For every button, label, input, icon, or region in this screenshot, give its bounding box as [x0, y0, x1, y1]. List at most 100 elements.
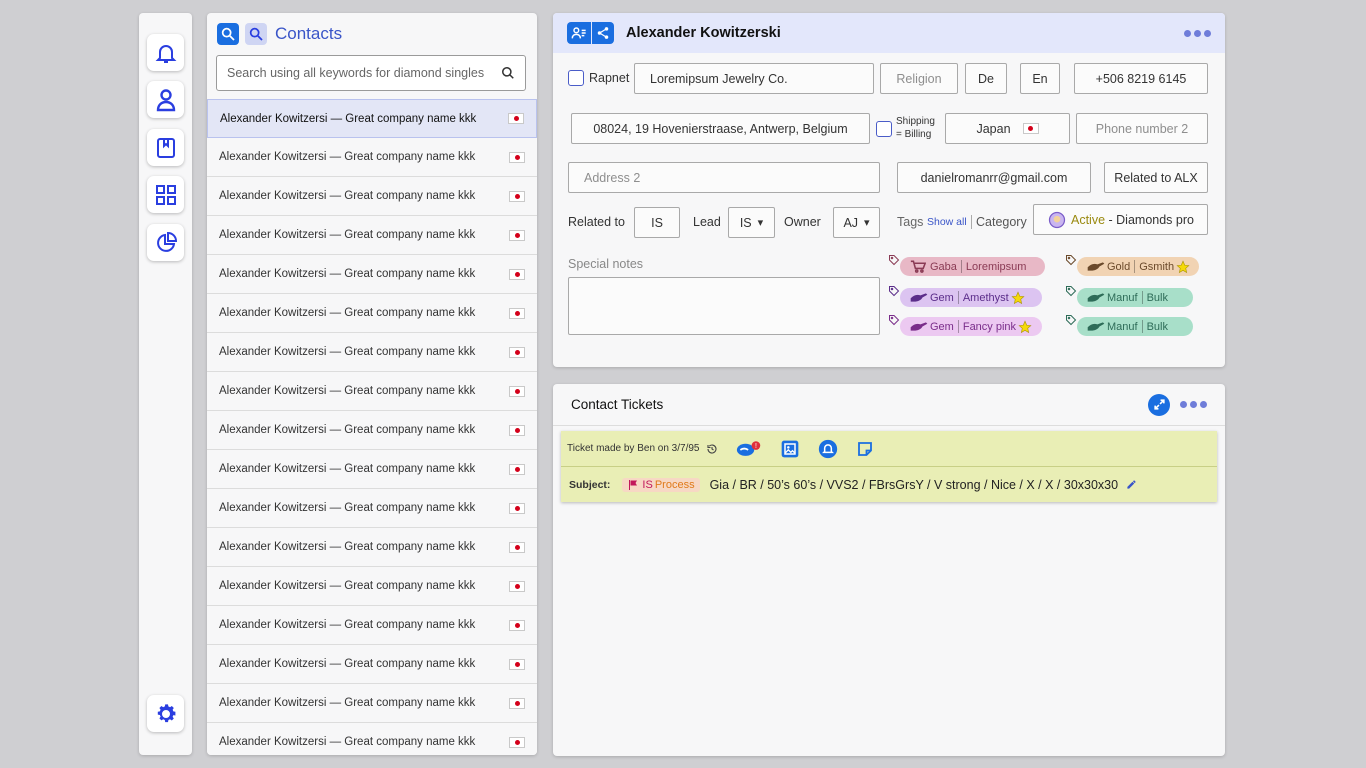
subject-label: Subject: [569, 478, 611, 491]
japan-flag-icon [509, 424, 525, 436]
japan-flag-icon [509, 151, 525, 163]
email-field[interactable]: danielromanrr@gmail.com [897, 162, 1091, 193]
special-notes-input[interactable] [568, 277, 880, 335]
list-item[interactable]: Alexander Kowitzersi — Great company nam… [207, 567, 537, 606]
category-value: Diamonds pro [1116, 212, 1194, 227]
badge-icon [1048, 211, 1066, 228]
japan-flag-icon [509, 346, 525, 358]
search-input[interactable] [227, 66, 501, 80]
list-item[interactable]: Alexander Kowitzersi — Great company nam… [207, 723, 537, 755]
japan-flag-icon [509, 268, 525, 280]
advanced-search-icon[interactable] [245, 23, 267, 45]
handshake-alert-icon[interactable]: ! [736, 440, 762, 458]
contact-label: Alexander Kowitzersi — Great company nam… [219, 268, 476, 280]
rapnet-checkbox[interactable] [568, 70, 584, 86]
star-icon [1176, 259, 1190, 273]
reports-nav-button[interactable] [147, 224, 184, 261]
category-dash: - [1105, 212, 1117, 227]
tag-value: Amethyst [962, 291, 1009, 304]
related-alx-field[interactable]: Related to ALX [1104, 162, 1208, 193]
status-team: IS [642, 478, 653, 491]
company-field[interactable]: Loremipsum Jewelry Co. [634, 63, 874, 94]
country-value: Japan [976, 121, 1011, 136]
owner-select[interactable]: AJ [833, 207, 880, 238]
tags-label: Tags [897, 215, 924, 229]
category-label: Category [971, 215, 1027, 229]
tag-type: Gaba [930, 260, 957, 273]
language-1-field[interactable]: De [965, 63, 1007, 94]
contact-label: Alexander Kowitzersi — Great company nam… [219, 346, 476, 358]
tickets-more-options-icon[interactable] [1180, 401, 1207, 408]
rapnet-label: Rapnet [589, 71, 630, 85]
list-item[interactable]: Alexander Kowitzersi — Great company nam… [207, 372, 537, 411]
country-field[interactable]: Japan [945, 113, 1070, 144]
list-item[interactable]: Alexander Kowitzersi — Great company nam… [207, 294, 537, 333]
list-item[interactable]: Alexander Kowitzersi — Great company nam… [207, 606, 537, 645]
search-box [216, 55, 526, 91]
contacts-nav-button[interactable] [147, 81, 184, 118]
edit-pencil-icon[interactable] [1126, 479, 1137, 490]
language-2-field[interactable]: En [1020, 63, 1060, 94]
settings-button[interactable] [147, 695, 184, 732]
hand-icon [1087, 293, 1105, 302]
list-item[interactable]: Alexander Kowitzersi — Great company nam… [207, 99, 537, 138]
religion-field[interactable]: Religion [880, 63, 958, 94]
zoom-search-icon[interactable] [217, 23, 239, 45]
list-item[interactable]: Alexander Kowitzersi — Great company nam… [207, 528, 537, 567]
contact-card-icon[interactable] [567, 22, 591, 44]
list-item[interactable]: Alexander Kowitzersi — Great company nam… [207, 450, 537, 489]
list-item[interactable]: Alexander Kowitzersi — Great company nam… [207, 333, 537, 372]
shipping-billing-checkbox[interactable] [876, 121, 892, 137]
contact-label: Alexander Kowitzersi — Great company nam… [219, 541, 476, 553]
category-field[interactable]: Active - Diamonds pro [1033, 204, 1208, 235]
tag-chip[interactable]: Gaba Loremipsum [889, 255, 1045, 276]
phone-field[interactable]: +506 8219 6145 [1074, 63, 1208, 94]
ticket-subject-row: Subject: IS Process Gia / BR / 50’s 60’s… [561, 467, 1217, 502]
shipping-billing-label: Shipping = Billing [896, 116, 935, 140]
tag-label-icon [889, 255, 900, 266]
lead-label: Lead [693, 215, 721, 229]
notifications-button[interactable] [147, 34, 184, 71]
tickets-title: Contact Tickets [571, 397, 664, 412]
list-item[interactable]: Alexander Kowitzersi — Great company nam… [207, 411, 537, 450]
history-icon[interactable] [706, 443, 718, 455]
bookmark-nav-button[interactable] [147, 129, 184, 166]
contact-detail-panel: Alexander Kowitzerski Rapnet Loremipsum … [553, 13, 1225, 367]
grid-nav-button[interactable] [147, 176, 184, 213]
ticket-card[interactable]: Ticket made by Ben on 3/7/95 ! Subject: … [561, 431, 1217, 502]
hand-icon [1087, 322, 1105, 331]
note-icon[interactable] [856, 440, 874, 458]
phone-2-field[interactable]: Phone number 2 [1076, 113, 1208, 144]
address-field[interactable]: 08024, 19 Hovenierstraase, Antwerp, Belg… [571, 113, 870, 144]
lead-select[interactable]: IS [728, 207, 775, 238]
related-to-field[interactable]: IS [634, 207, 680, 238]
search-icon[interactable] [501, 66, 515, 80]
address-2-field[interactable]: Address 2 [568, 162, 880, 193]
more-options-icon[interactable] [1184, 29, 1211, 37]
tag-chip[interactable]: Manuf Bulk [1066, 286, 1193, 307]
japan-flag-icon [509, 658, 525, 670]
list-item[interactable]: Alexander Kowitzersi — Great company nam… [207, 489, 537, 528]
list-item[interactable]: Alexander Kowitzersi — Great company nam… [207, 645, 537, 684]
list-item[interactable]: Alexander Kowitzersi — Great company nam… [207, 684, 537, 723]
share-icon[interactable] [592, 22, 614, 44]
tag-label-icon [889, 286, 900, 297]
tag-chip[interactable]: Manuf Bulk [1066, 315, 1193, 336]
list-item[interactable]: Alexander Kowitzersi — Great company nam… [207, 216, 537, 255]
tag-chip[interactable]: Gem Fancy pink [889, 315, 1042, 336]
status-badge[interactable]: IS Process [622, 477, 700, 492]
ticket-bell-icon[interactable] [818, 439, 838, 459]
contact-label: Alexander Kowitzersi — Great company nam… [219, 502, 476, 514]
expand-icon[interactable] [1148, 393, 1170, 416]
list-item[interactable]: Alexander Kowitzersi — Great company nam… [207, 138, 537, 177]
list-item[interactable]: Alexander Kowitzersi — Great company nam… [207, 255, 537, 294]
detail-header: Alexander Kowitzerski [553, 13, 1225, 53]
list-item[interactable]: Alexander Kowitzersi — Great company nam… [207, 177, 537, 216]
tag-chip[interactable]: Gem Amethyst [889, 286, 1042, 307]
tag-value: Fancy pink [962, 320, 1017, 333]
tag-chip[interactable]: Gold Gsmith [1066, 255, 1199, 276]
image-icon[interactable] [780, 439, 800, 459]
show-all-link[interactable]: Show all [927, 216, 967, 228]
star-icon [1018, 319, 1032, 333]
ticket-meta: Ticket made by Ben on 3/7/95 ! [561, 431, 1217, 467]
